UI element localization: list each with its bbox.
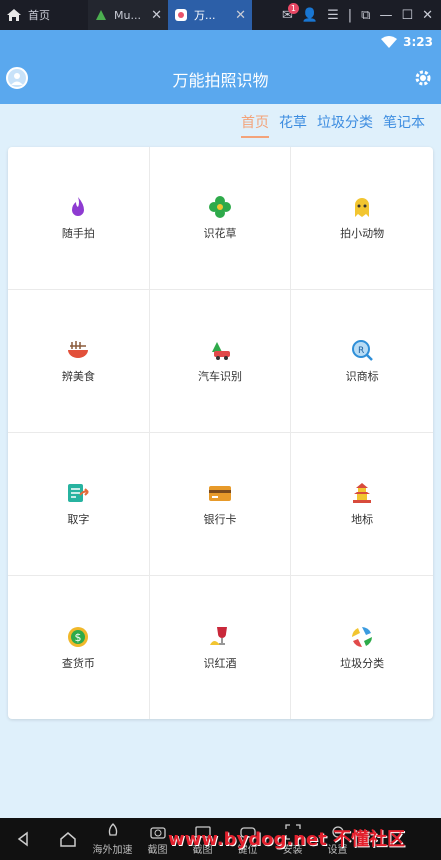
grid-item-bank-card[interactable]: 银行卡 <box>149 433 292 576</box>
grid-item-food[interactable]: 辨美食 <box>8 290 150 433</box>
divider: | <box>347 7 353 23</box>
minimize-icon[interactable]: — <box>379 8 392 23</box>
emulator-tab-active[interactable]: 万... ✕ <box>168 0 252 30</box>
emulator-tab-label: 万... <box>194 9 216 22</box>
grid-item-label: 拍小动物 <box>340 227 385 240</box>
tab-flowers[interactable]: 花草 <box>279 112 307 138</box>
app-icon <box>96 10 106 20</box>
navbar-item-label: 截图 <box>147 844 168 856</box>
home-button[interactable] <box>45 830 90 848</box>
navbar-item-accelerate[interactable]: 海外加速 <box>90 822 135 856</box>
camera-icon <box>149 826 166 839</box>
emulator-tab-label: Mu... <box>114 8 141 22</box>
grid-item-label: 取字 <box>67 513 90 526</box>
emulator-tab-home[interactable]: 首页 <box>0 0 88 30</box>
svg-text:$: $ <box>75 631 82 644</box>
grid-item-wine[interactable]: 识红酒 <box>150 576 292 719</box>
tab-home[interactable]: 首页 <box>241 112 269 138</box>
menu-icon[interactable]: ☰ <box>327 8 339 23</box>
grid-item-label: 银行卡 <box>203 513 237 526</box>
grid-item-flower[interactable]: 识花草 <box>149 147 292 290</box>
close-icon[interactable]: ✕ <box>151 8 162 23</box>
grid-item-label: 随手拍 <box>61 227 95 240</box>
status-time: 3:23 <box>403 35 433 49</box>
navbar-item-label: 海外加速 <box>92 844 133 856</box>
close-icon[interactable]: ✕ <box>235 8 246 23</box>
page-title: 万能拍照识物 <box>172 71 269 90</box>
grid-item-label: 地标 <box>351 513 374 526</box>
grid-item-landmark[interactable]: 地标 <box>291 433 433 576</box>
tab-garbage[interactable]: 垃圾分类 <box>317 112 373 138</box>
back-button[interactable] <box>0 830 45 848</box>
tab-notebook[interactable]: 笔记本 <box>383 112 425 138</box>
app-icon <box>175 9 187 21</box>
back-icon <box>17 831 28 847</box>
recycle-icon <box>352 626 373 647</box>
flame-icon <box>72 197 85 216</box>
category-tabs: 首页 花草 垃圾分类 笔记本 <box>241 112 425 138</box>
grid-item-label: 垃圾分类 <box>340 656 385 670</box>
mail-button[interactable]: ✉ 1 <box>282 2 299 23</box>
flower-icon <box>208 196 231 218</box>
watermark: www.bydog.net 不懂社区 <box>168 829 406 850</box>
restore-icon[interactable]: ⧉ <box>361 8 370 23</box>
ghost-icon <box>355 198 370 217</box>
grid-item-label: 汽车识别 <box>197 370 242 383</box>
grid-item-label: 查货币 <box>61 656 95 670</box>
pagoda-icon <box>353 483 372 503</box>
ocr-icon <box>68 484 90 502</box>
maximize-icon[interactable]: ☐ <box>401 8 413 23</box>
grid-item-ocr[interactable]: 取字 <box>8 433 150 576</box>
app-header: 万能拍照识物 <box>0 54 441 104</box>
grid-item-car[interactable]: 汽车识别 <box>149 290 292 433</box>
close-window-icon[interactable]: ✕ <box>422 8 433 23</box>
grid-item-label: 识红酒 <box>203 656 237 670</box>
grid-item-animal[interactable]: 拍小动物 <box>291 147 433 290</box>
coin-icon: $ <box>68 626 89 647</box>
home-outline-icon <box>59 832 76 847</box>
grid-item-currency[interactable]: $ 查货币 <box>8 576 150 719</box>
noodle-bowl-icon <box>68 341 89 358</box>
grid-item-snap[interactable]: 随手拍 <box>8 147 150 290</box>
emulator-tab-mu[interactable]: Mu... ✕ <box>88 0 168 30</box>
rocket-icon <box>108 822 117 836</box>
status-bar: 3:23 <box>0 30 441 54</box>
grid-item-garbage[interactable]: 垃圾分类 <box>291 576 433 719</box>
home-icon <box>7 9 21 21</box>
grid-item-label: 识花草 <box>203 227 237 240</box>
emulator-titlebar: 首页 Mu... ✕ 万... ✕ ✉ 1 👤 ☰ | ⧉ — ☐ ✕ <box>0 0 441 30</box>
emulator-tab-label: 首页 <box>28 9 50 22</box>
svg-text:R: R <box>358 346 364 356</box>
car-icon <box>211 342 230 360</box>
grid-item-label: 识商标 <box>345 370 379 383</box>
user-avatar-icon <box>11 73 23 85</box>
notification-badge: 1 <box>287 2 299 14</box>
grid-item-label: 辨美食 <box>61 370 95 383</box>
trademark-icon: R <box>352 340 374 361</box>
gear-icon[interactable] <box>413 68 433 88</box>
wifi-icon <box>381 36 398 48</box>
feature-grid: 随手拍 识花草 拍小动物 辨美食 汽车识别 R 识商标 取字 银行卡 地标 $ … <box>8 147 433 719</box>
bank-card-icon <box>208 486 231 501</box>
wine-icon <box>209 626 227 645</box>
grid-item-trademark[interactable]: R 识商标 <box>291 290 433 433</box>
user-icon[interactable]: 👤 <box>302 8 318 23</box>
avatar[interactable] <box>6 67 28 89</box>
